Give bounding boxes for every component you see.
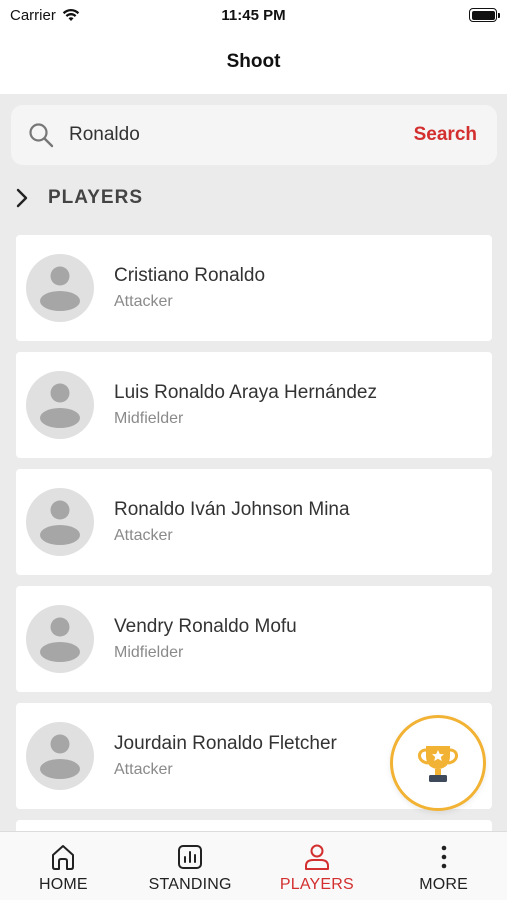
standing-icon [178,845,203,869]
trophy-button[interactable] [390,715,486,811]
more-icon [441,845,446,869]
player-row[interactable]: Cristiano Ronaldo Attacker [16,235,492,341]
person-icon [304,844,329,870]
player-name: Cristiano Ronaldo [114,265,266,286]
battery-icon [469,8,500,22]
player-name: Vendry Ronaldo Mofu [114,616,297,637]
player-info: Cristiano Ronaldo Attacker [114,265,265,311]
tab-label: HOME [38,876,88,893]
chevron-right-icon [16,188,28,208]
player-name: Luis Ronaldo Araya Hernández [114,382,378,403]
avatar-placeholder-icon [26,488,94,556]
avatar-placeholder-icon [26,371,94,439]
players-section-header[interactable]: PLAYERS [14,182,143,214]
player-position: Midfielder [114,644,184,661]
section-title: PLAYERS [48,187,143,208]
nav-bar: Shoot [0,30,507,94]
search-bar: Search [11,105,497,165]
player-info: Jourdain Ronaldo Fletcher Attacker [114,733,337,779]
tab-label: STANDING [148,876,232,893]
search-input[interactable] [69,124,414,146]
player-position: Attacker [114,527,173,544]
tab-bar: HOME STANDING PLAYERS MORE [0,831,507,900]
player-row[interactable]: Luis Ronaldo Araya Hernández Midfielder [16,352,492,458]
tab-label: MORE [419,876,469,893]
search-button[interactable]: Search [414,124,477,146]
tab-standing[interactable]: STANDING [127,832,254,900]
carrier-label: Carrier [10,6,56,24]
trophy-icon [418,746,458,782]
player-info: Luis Ronaldo Araya Hernández Midfielder [114,382,377,428]
status-bar: Carrier 11:45 PM [0,0,507,30]
player-row[interactable]: Ronaldo Iván Johnson Mina Attacker [16,469,492,575]
page-title: Shoot [226,51,281,72]
player-info: Vendry Ronaldo Mofu Midfielder [114,616,297,662]
tab-more[interactable]: MORE [380,832,507,900]
search-icon [29,123,54,148]
player-info: Ronaldo Iván Johnson Mina Attacker [114,499,350,545]
carrier-group: Carrier [10,7,80,24]
tab-home[interactable]: HOME [0,832,127,900]
wifi-icon [62,8,80,21]
player-position: Attacker [114,761,173,778]
player-name: Jourdain Ronaldo Fletcher [114,733,337,754]
avatar-placeholder-icon [26,722,94,790]
tab-players[interactable]: PLAYERS [254,832,381,900]
player-position: Midfielder [114,410,184,427]
player-position: Attacker [114,293,173,310]
tab-label: PLAYERS [279,876,354,893]
avatar-placeholder-icon [26,605,94,673]
player-name: Ronaldo Iván Johnson Mina [114,499,350,520]
home-icon [52,845,75,870]
player-row[interactable]: Vendry Ronaldo Mofu Midfielder [16,586,492,692]
avatar-placeholder-icon [26,254,94,322]
